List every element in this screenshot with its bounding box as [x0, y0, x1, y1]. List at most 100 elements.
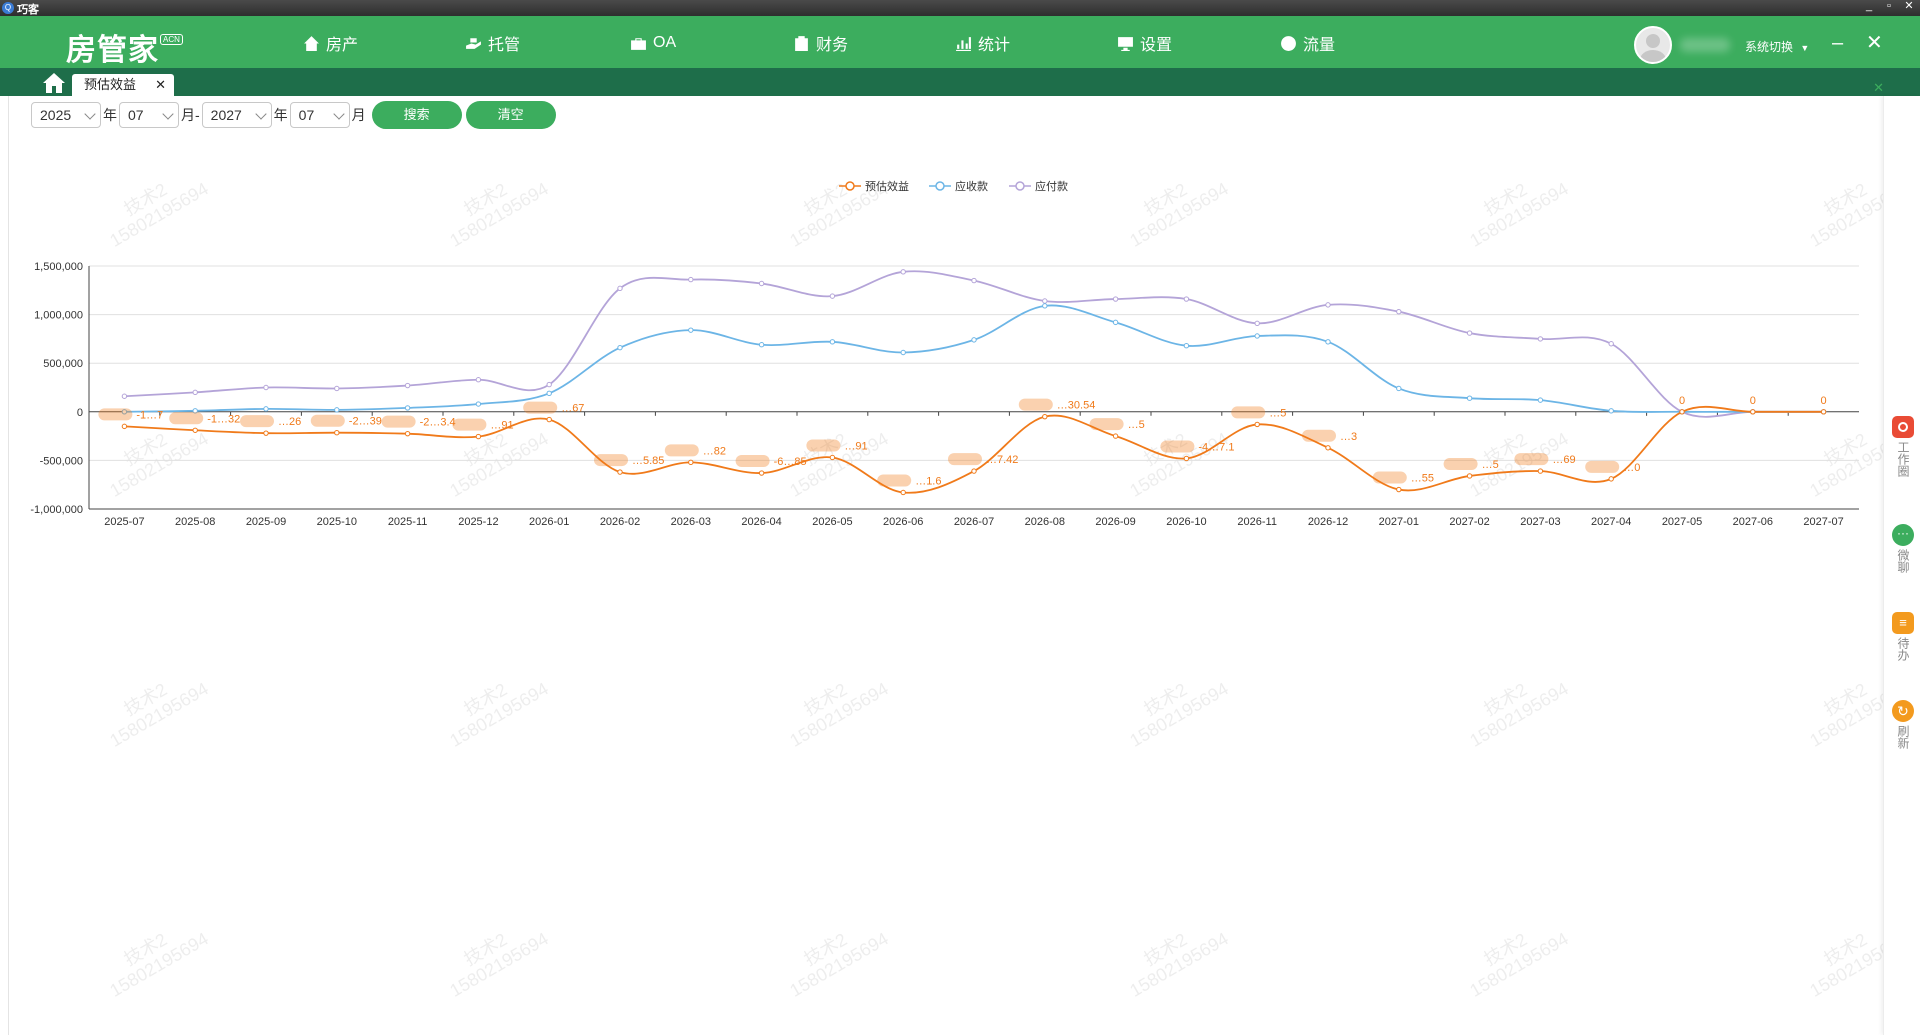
data-point — [1112, 319, 1119, 326]
end-year-select[interactable]: 2027 — [201, 102, 272, 128]
data-point — [263, 406, 269, 412]
data-point — [829, 454, 836, 461]
nav-label: 统计 — [978, 37, 1011, 54]
x-tick-label: 2026-11 — [1237, 516, 1277, 528]
data-label: 0 — [1679, 395, 1685, 407]
sidebar-label: 微聊 — [1896, 549, 1910, 573]
x-tick-label: 2026-03 — [671, 516, 711, 528]
data-point — [263, 384, 269, 391]
close-all-tabs-icon[interactable]: ✕ — [1873, 80, 1884, 96]
redacted-label-blur — [1302, 429, 1336, 442]
data-point — [829, 339, 836, 345]
data-point — [1396, 486, 1402, 493]
data-label: …30.54 — [1057, 400, 1096, 412]
close-button[interactable]: ✕ — [1866, 33, 1883, 53]
data-label: …69 — [1552, 454, 1575, 466]
data-point — [263, 430, 269, 436]
data-label: -1…32 — [207, 413, 240, 425]
estimated-benefit-chart: 1,500,000 1,000,000 500,000 0 -500,000 -1,000… — [30, 179, 1859, 528]
data-point — [192, 427, 198, 433]
chevron-down-icon — [255, 108, 267, 120]
data-label: -4…7.1 — [1198, 441, 1234, 453]
redacted-label-blur — [1018, 398, 1053, 411]
data-point — [192, 389, 198, 396]
nav-item-property[interactable]: 房产 — [303, 32, 358, 54]
x-tick-label: 2025-12 — [458, 516, 498, 528]
redacted-label-blur — [1514, 453, 1549, 466]
x-tick-label: 2026-01 — [529, 516, 569, 528]
minimize-button[interactable]: – — [1832, 33, 1843, 53]
chat-icon: ··· — [1892, 524, 1914, 546]
username-redacted — [1680, 38, 1730, 52]
legend-marker — [935, 181, 945, 191]
redacted-label-blur — [1443, 457, 1478, 470]
redacted-label-blur — [806, 439, 841, 452]
sidebar-label: 工作圈 — [1896, 441, 1910, 477]
date-range-filter: 2025 年 07 月- 2027 年 07 月 搜索 清空 — [31, 100, 556, 130]
chevron-down-icon — [84, 108, 96, 120]
data-label: …55 — [1411, 473, 1434, 485]
data-label: …0 — [1623, 462, 1640, 474]
data-point — [1679, 409, 1685, 415]
data-point — [475, 433, 482, 440]
data-label: …26 — [278, 416, 301, 428]
briefcase-icon — [631, 37, 646, 50]
x-tick-label: 2027-04 — [1591, 516, 1631, 528]
bar-chart-icon — [956, 36, 971, 51]
switch-system-dropdown[interactable]: 系统切换 ▼ — [1745, 38, 1809, 55]
data-label: …1.6 — [915, 475, 941, 487]
data-point — [1254, 333, 1260, 339]
home-tab-icon[interactable] — [42, 72, 66, 94]
app-logo[interactable]: 房管家 — [66, 25, 159, 69]
data-point — [475, 377, 482, 383]
todo-icon: ≡ — [1892, 612, 1914, 634]
nav-item-oa[interactable]: OA — [630, 32, 676, 54]
data-point — [1042, 298, 1048, 304]
x-tick-label: 2025-11 — [388, 516, 428, 528]
tab-label: 预估效益 — [84, 77, 137, 92]
year-unit: 年 — [103, 107, 117, 123]
search-button[interactable]: 搜索 — [371, 101, 462, 129]
data-point — [1820, 409, 1827, 415]
data-label: …7.42 — [986, 454, 1018, 466]
watermark: 技术215802195694 — [786, 928, 892, 1001]
nav-item-trust[interactable]: 托管 — [465, 32, 520, 54]
series-line-3 — [124, 270, 1824, 418]
nav-item-traffic[interactable]: 流量 — [1280, 32, 1335, 54]
data-point — [546, 390, 552, 397]
sidebar-label: 待办 — [1896, 637, 1910, 661]
y-tick-label: 0 — [77, 407, 83, 419]
right-toolbar: 工作圈 ··· 微聊 ≡ 待办 ↻ 刷新 — [1883, 96, 1920, 1035]
data-point — [121, 393, 128, 399]
redacted-label-blur — [240, 415, 274, 428]
nav-item-finance[interactable]: 财务 — [793, 32, 848, 54]
tab-close-icon[interactable]: ✕ — [155, 74, 166, 96]
start-year-select[interactable]: 2025 — [31, 102, 101, 128]
y-tick-label: 500,000 — [43, 358, 83, 370]
tab-estimated-benefit[interactable]: 预估效益 ✕ — [72, 74, 174, 96]
data-point — [900, 269, 906, 275]
window-close-button[interactable]: ✕ — [1902, 0, 1916, 14]
data-point — [971, 337, 977, 343]
x-tick-label: 2026-04 — [741, 516, 781, 528]
avatar[interactable] — [1634, 26, 1672, 64]
data-point — [758, 470, 765, 476]
start-month-select[interactable]: 07 — [119, 102, 179, 128]
todo-button[interactable]: ≡ 待办 — [1890, 612, 1916, 661]
nav-item-settings[interactable]: 设置 — [1117, 32, 1172, 54]
end-month-select[interactable]: 07 — [289, 102, 350, 128]
data-point — [617, 344, 623, 351]
redacted-label-blur — [948, 453, 982, 466]
work-circle-button[interactable]: 工作圈 — [1890, 416, 1916, 477]
redacted-label-blur — [310, 414, 345, 427]
sidebar-label: 刷新 — [1896, 725, 1910, 749]
window-restore-button[interactable]: ▫ — [1882, 0, 1896, 14]
refresh-button[interactable]: ↻ 刷新 — [1890, 700, 1916, 749]
x-tick-label: 2027-06 — [1733, 516, 1773, 528]
clear-button[interactable]: 清空 — [465, 101, 556, 129]
traffic-icon — [1281, 35, 1296, 51]
x-tick-label: 2027-03 — [1520, 516, 1560, 528]
nav-item-statistics[interactable]: 统计 — [955, 32, 1010, 54]
chat-button[interactable]: ··· 微聊 — [1890, 524, 1916, 573]
window-minimize-button[interactable]: _ — [1862, 0, 1876, 14]
